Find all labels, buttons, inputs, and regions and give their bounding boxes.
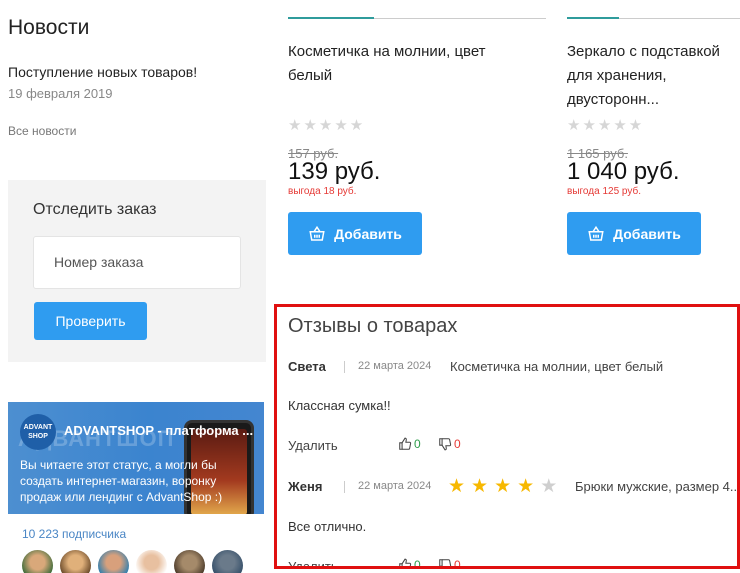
all-news-link[interactable]: Все новости	[8, 124, 76, 138]
review-product-link[interactable]: Косметичка на молнии, цвет белый	[450, 359, 663, 374]
add-to-cart-button[interactable]: Добавить	[288, 212, 422, 255]
vk-community-name[interactable]: ADVANTSHOP - платформа ...	[64, 423, 253, 438]
track-order-panel: Отследить заказ Номер заказа Проверить	[8, 180, 266, 362]
star-icon: ★	[471, 476, 489, 497]
reviews-title: Отзывы о товарах	[288, 315, 458, 337]
thumbs-down-icon	[439, 559, 452, 566]
product-reviews-panel: Отзывы о товарах Света 22 марта 2024 Кос…	[274, 304, 740, 569]
card-divider-accent	[567, 17, 619, 19]
thumbs-up-icon	[399, 437, 412, 450]
star-icon: ★	[517, 476, 535, 497]
review-delete-link[interactable]: Удалить	[288, 559, 338, 566]
news-item-date: 19 февраля 2019	[8, 86, 113, 101]
review-author: Женя	[288, 479, 323, 494]
vk-subscribers-count[interactable]: 10 223 подписчика	[22, 527, 126, 541]
review-dislike-count: 0	[454, 437, 461, 451]
card-divider	[374, 18, 546, 19]
news-item-link[interactable]: Поступление новых товаров!	[8, 64, 197, 80]
vk-status-text: Вы читаете этот статус, а могли бы созда…	[20, 458, 223, 504]
review-date: 22 марта 2024	[358, 480, 432, 492]
news-title: Новости	[8, 16, 90, 39]
avatar[interactable]	[22, 550, 53, 573]
review-author: Света	[288, 359, 326, 374]
avatar[interactable]	[136, 550, 167, 573]
thumbs-up-icon	[399, 558, 412, 566]
add-to-cart-label: Добавить	[613, 225, 681, 242]
review-dislike-count: 0	[454, 558, 461, 569]
add-to-cart-button[interactable]: Добавить	[567, 212, 701, 255]
review-like-count: 0	[414, 437, 421, 451]
review-rating-stars: ★ ★ ★ ★ ★	[448, 477, 557, 496]
avatar[interactable]	[212, 550, 243, 573]
subscriber-avatars	[22, 550, 243, 573]
review-text: Все отлично.	[288, 519, 367, 534]
review-product-link[interactable]: Брюки мужские, размер 4...	[575, 479, 737, 494]
product-rating-stars[interactable]: ★★★★★	[567, 116, 644, 134]
review-delete-link[interactable]: Удалить	[288, 438, 338, 453]
product-price: 1 040 руб.	[567, 158, 680, 185]
review-separator	[344, 481, 345, 493]
review-like-button[interactable]: 0	[398, 437, 421, 451]
review-like-count: 0	[414, 558, 421, 569]
card-divider	[619, 18, 740, 19]
product-discount: выгода 18 руб.	[288, 186, 357, 197]
basket-icon	[588, 225, 604, 241]
review-separator	[344, 361, 345, 373]
check-order-button[interactable]: Проверить	[34, 302, 147, 340]
product-name-link[interactable]: Зеркало с подставкой для хранения, двуст…	[567, 40, 740, 114]
star-icon: ★	[448, 476, 466, 497]
review-dislike-button[interactable]: 0	[438, 558, 461, 569]
track-order-title: Отследить заказ	[33, 201, 157, 218]
card-divider-accent	[288, 17, 374, 19]
star-icon: ★	[494, 476, 512, 497]
review-like-button[interactable]: 0	[398, 558, 421, 569]
add-to-cart-label: Добавить	[334, 225, 402, 242]
product-name-link[interactable]: Косметичка на молнии, цвет белый	[288, 40, 528, 88]
avatar[interactable]	[60, 550, 91, 573]
advantshop-logo: ADVANT SHOP	[20, 414, 56, 450]
order-number-input[interactable]: Номер заказа	[33, 236, 241, 289]
product-price: 139 руб.	[288, 158, 381, 185]
review-dislike-button[interactable]: 0	[438, 437, 461, 451]
star-icon: ★	[540, 476, 558, 497]
basket-icon	[309, 225, 325, 241]
avatar[interactable]	[98, 550, 129, 573]
review-text: Классная сумка!!	[288, 398, 391, 413]
thumbs-down-icon	[439, 438, 452, 451]
product-rating-stars[interactable]: ★★★★★	[288, 116, 365, 134]
product-discount: выгода 125 руб.	[567, 186, 641, 197]
vk-community-banner[interactable]: АДВАНТШОП ADVANT SHOP ADVANTSHOP - платф…	[8, 402, 264, 514]
avatar[interactable]	[174, 550, 205, 573]
review-date: 22 марта 2024	[358, 360, 432, 372]
